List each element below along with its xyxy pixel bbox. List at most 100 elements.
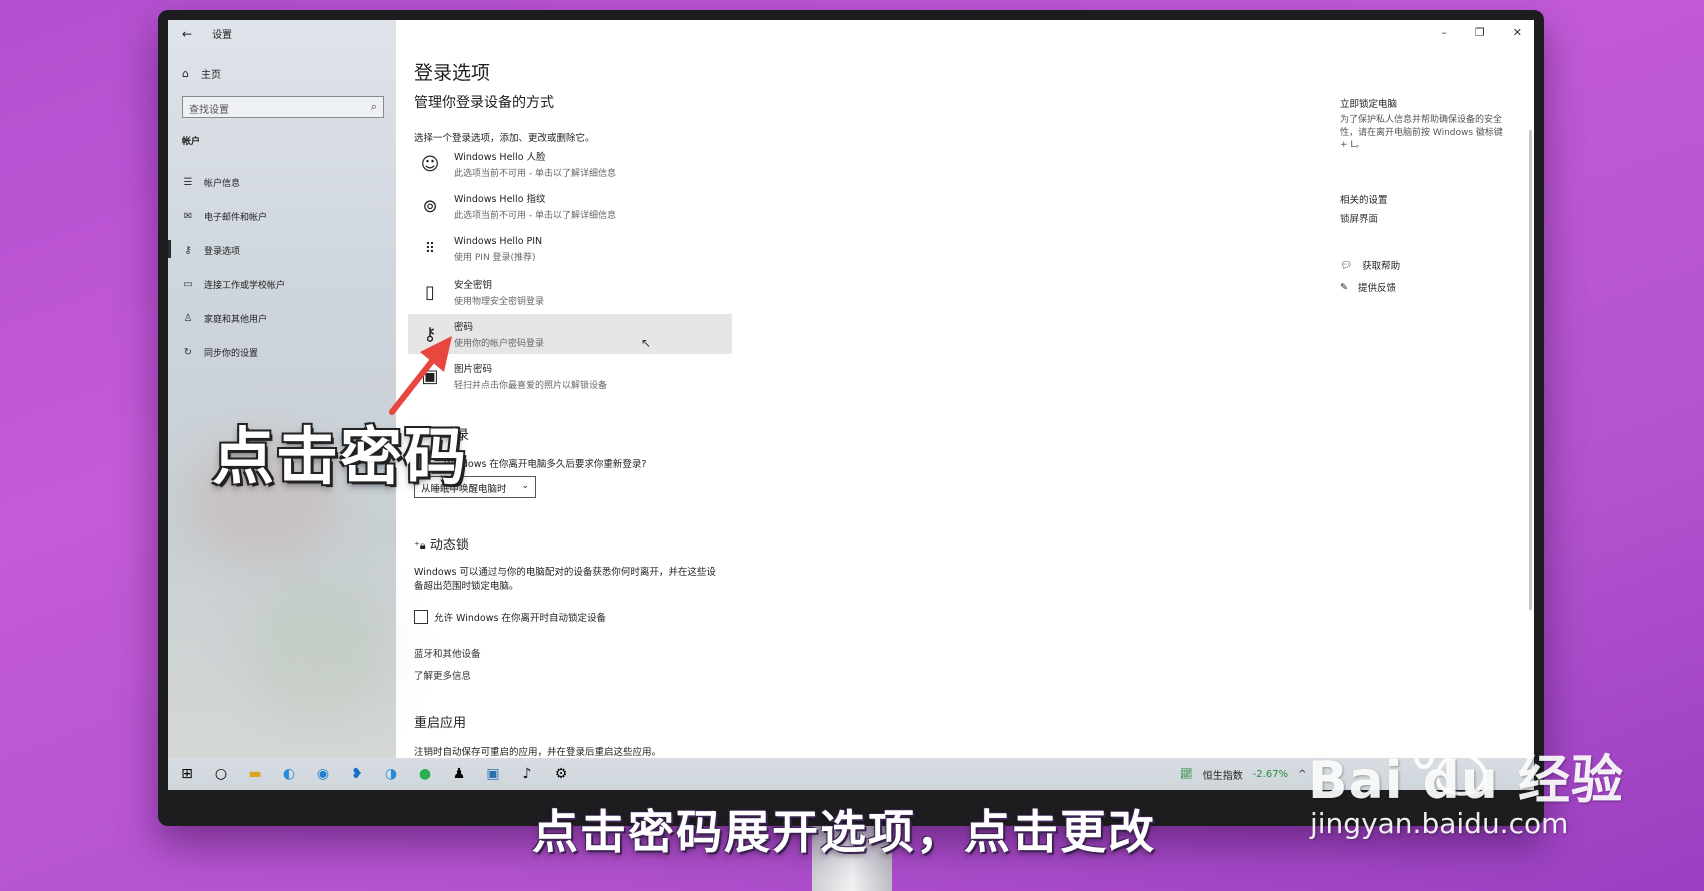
choose-option-text: 选择一个登录选项，添加、更改或删除它。 bbox=[414, 133, 595, 144]
minimize-button[interactable]: – bbox=[1441, 26, 1447, 39]
sidebar-item-label: 主页 bbox=[200, 70, 221, 81]
related-settings-title: 相关的设置 bbox=[1340, 195, 1388, 206]
sidebar-item-account-info[interactable]: ☰ 帐户信息 bbox=[182, 176, 241, 189]
option-security-key[interactable]: ▯ 安全密钥 使用物理安全密钥登录 bbox=[414, 272, 738, 312]
get-help-link[interactable]: 💬︎ 获取帮助 bbox=[1340, 258, 1401, 273]
option-hello-pin[interactable]: ⠿ Windows Hello PIN 使用 PIN 登录(推荐) bbox=[414, 229, 738, 269]
stock-change: -2.67% bbox=[1252, 768, 1289, 780]
option-subtitle: 此选项当前不可用 - 单击以了解详细信息 bbox=[454, 169, 616, 179]
sidebar-item-label: 连接工作或学校帐户 bbox=[204, 281, 286, 291]
option-title: 密码 bbox=[454, 322, 474, 333]
video-subtitle: 点击密码展开选项，点击更改 bbox=[532, 805, 1156, 859]
mouse-cursor-icon: ↖ bbox=[641, 336, 652, 350]
sidebar-item-home[interactable]: ⌂ 主页 bbox=[182, 66, 221, 81]
photo-app-icon[interactable]: ▣ bbox=[478, 760, 508, 788]
pin-keypad-icon: ⠿ bbox=[424, 241, 436, 257]
get-help-label: 获取帮助 bbox=[1362, 261, 1401, 272]
baidu-watermark: Bai du 经验 jingyan.baidu.com bbox=[1308, 738, 1624, 840]
picture-icon: ▣ bbox=[421, 365, 439, 387]
dynamic-lock-heading: ⁺🔒︎ 动态锁 bbox=[414, 534, 469, 553]
key-icon: ⚷ bbox=[423, 323, 437, 345]
lock-now-desc: 为了保护私人信息并帮助确保设备的安全性，请在离开电脑前按 Windows 徽标键… bbox=[1340, 115, 1503, 151]
browser-icon[interactable]: ◐ bbox=[274, 760, 304, 788]
option-picture-password[interactable]: ▣ 图片密码 轻扫并点击你最喜爱的照片以解锁设备 bbox=[414, 356, 738, 396]
option-subtitle: 使用物理安全密钥登录 bbox=[454, 297, 545, 307]
checkbox-label: 允许 Windows 在你离开时自动锁定设备 bbox=[434, 613, 606, 624]
chevron-down-icon: ⌄ bbox=[521, 481, 529, 491]
option-title: Windows Hello PIN bbox=[454, 235, 543, 247]
screen: ← 设置 ⌂ 主页 查找设置 ⌕ 帐户 ☰ 帐户信息 ✉ 电子邮件和帐户 ⚷ 登… bbox=[168, 20, 1534, 790]
edge-icon[interactable]: ◉ bbox=[308, 760, 338, 788]
sidebar-item-sign-in-options[interactable]: ⚷ 登录选项 bbox=[182, 244, 240, 257]
sidebar-item-work-school[interactable]: ▭ 连接工作或学校帐户 bbox=[182, 278, 285, 291]
window-title: 设置 bbox=[212, 30, 233, 41]
restart-apps-heading: 重启应用 bbox=[414, 716, 467, 731]
key-icon: ⚷ bbox=[184, 245, 192, 256]
option-subtitle: 使用你的帐户密码登录 bbox=[454, 339, 545, 349]
option-title: 安全密钥 bbox=[454, 280, 493, 291]
option-title: 图片密码 bbox=[454, 364, 493, 375]
restart-apps-desc: 注销时自动保存可重启的应用，并在登录后重启这些应用。 bbox=[414, 747, 662, 758]
restore-button[interactable]: ❐ bbox=[1475, 26, 1485, 39]
window-title-row: ← 设置 bbox=[182, 26, 233, 42]
sidebar-item-label: 登录选项 bbox=[204, 247, 241, 257]
feedback-label: 提供反馈 bbox=[1357, 283, 1396, 294]
option-hello-fingerprint[interactable]: ⊚ Windows Hello 指纹 此选项当前不可用 - 单击以了解详细信息 bbox=[414, 186, 738, 226]
sidebar-item-label: 家庭和其他用户 bbox=[204, 315, 268, 325]
selected-indicator bbox=[168, 240, 171, 258]
settings-sidebar: ← 设置 ⌂ 主页 查找设置 ⌕ 帐户 ☰ 帐户信息 ✉ 电子邮件和帐户 ⚷ 登… bbox=[168, 20, 396, 758]
search-circle-icon[interactable]: ○ bbox=[206, 760, 236, 788]
settings-gear-icon[interactable]: ⚙ bbox=[546, 760, 576, 788]
sogou-icon[interactable]: ◑ bbox=[376, 760, 406, 788]
dynamic-lock-desc-2: 备超出范围时锁定电脑。 bbox=[414, 581, 519, 592]
sidebar-item-email[interactable]: ✉ 电子邮件和帐户 bbox=[182, 210, 267, 223]
back-arrow-icon[interactable]: ← bbox=[182, 27, 192, 41]
bird-app-icon[interactable]: ❥ bbox=[342, 760, 372, 788]
sidebar-item-sync[interactable]: ↻ 同步你的设置 bbox=[182, 346, 258, 359]
sidebar-item-label: 帐户信息 bbox=[204, 179, 241, 189]
home-icon: ⌂ bbox=[182, 67, 189, 80]
bluetooth-link[interactable]: 蓝牙和其他设备 bbox=[414, 646, 481, 660]
taskbar-tray: 📈︎ 恒生指数 -2.67% ^ bbox=[1180, 758, 1306, 790]
close-button[interactable]: ✕ bbox=[1513, 26, 1522, 39]
option-title: Windows Hello 人脸 bbox=[454, 152, 546, 163]
taskbar-apps: ⊞ ○ ▬ ◐ ◉ ❥ ◑ ● ♟ ▣ ♪ ⚙ bbox=[172, 758, 576, 790]
stock-name[interactable]: 恒生指数 bbox=[1203, 767, 1243, 782]
option-subtitle: 使用 PIN 登录(推荐) bbox=[454, 252, 536, 263]
checkbox-box[interactable] bbox=[414, 610, 428, 624]
wechat-icon[interactable]: ● bbox=[410, 760, 440, 788]
lock-screen-link[interactable]: 锁屏界面 bbox=[1340, 211, 1378, 225]
dynamic-lock-checkbox[interactable]: 允许 Windows 在你离开时自动锁定设备 bbox=[414, 610, 606, 624]
callout-text: 点击密码 bbox=[212, 420, 469, 493]
start-windows-icon[interactable]: ⊞ bbox=[172, 760, 202, 788]
option-title: Windows Hello 指纹 bbox=[454, 194, 546, 205]
require-signin-question: Windows 在你离开电脑多久后要求你重新登录? bbox=[444, 459, 647, 470]
more-info-link[interactable]: 了解更多信息 bbox=[414, 668, 471, 682]
tiktok-icon[interactable]: ♪ bbox=[512, 760, 542, 788]
dynamic-lock-title: 动态锁 bbox=[429, 538, 469, 553]
section-label: 帐户 bbox=[182, 137, 201, 147]
qq-icon[interactable]: ♟ bbox=[444, 760, 474, 788]
option-subtitle: 此选项当前不可用 - 单击以了解详细信息 bbox=[454, 211, 616, 221]
mail-icon: ✉ bbox=[183, 211, 193, 222]
sidebar-item-label: 电子邮件和帐户 bbox=[204, 213, 268, 223]
help-chat-icon: 💬︎ bbox=[1340, 259, 1353, 271]
sidebar-item-label: 同步你的设置 bbox=[204, 349, 259, 359]
search-input[interactable]: 查找设置 ⌕ bbox=[182, 96, 384, 118]
file-explorer-icon[interactable]: ▬ bbox=[240, 760, 270, 788]
tray-overflow-icon[interactable]: ^ bbox=[1298, 769, 1306, 780]
person-card-icon: ☰ bbox=[183, 177, 193, 188]
dynamic-lock-icon: ⁺🔒︎ bbox=[414, 539, 426, 552]
scrollbar[interactable] bbox=[1529, 130, 1532, 610]
window-controls: – ❐ ✕ bbox=[1441, 26, 1522, 39]
sidebar-item-family[interactable]: ♙ 家庭和其他用户 bbox=[182, 312, 268, 325]
dynamic-lock-desc-1: Windows 可以通过与你的电脑配对的设备获悉你何时离开，并在这些设 bbox=[414, 567, 716, 578]
search-icon: ⌕ bbox=[370, 100, 377, 113]
option-hello-face[interactable]: ☺ Windows Hello 人脸 此选项当前不可用 - 单击以了解详细信息 bbox=[414, 144, 738, 184]
feedback-link[interactable]: ✎ 提供反馈 bbox=[1340, 280, 1396, 295]
stock-chart-icon: 📈︎ bbox=[1180, 768, 1193, 780]
search-placeholder: 查找设置 bbox=[189, 105, 229, 116]
option-password[interactable]: ⚷ 密码 使用你的帐户密码登录 ↖ bbox=[408, 314, 732, 354]
sync-icon: ↻ bbox=[183, 347, 193, 358]
page-subtitle: 管理你登录设备的方式 bbox=[414, 95, 554, 111]
